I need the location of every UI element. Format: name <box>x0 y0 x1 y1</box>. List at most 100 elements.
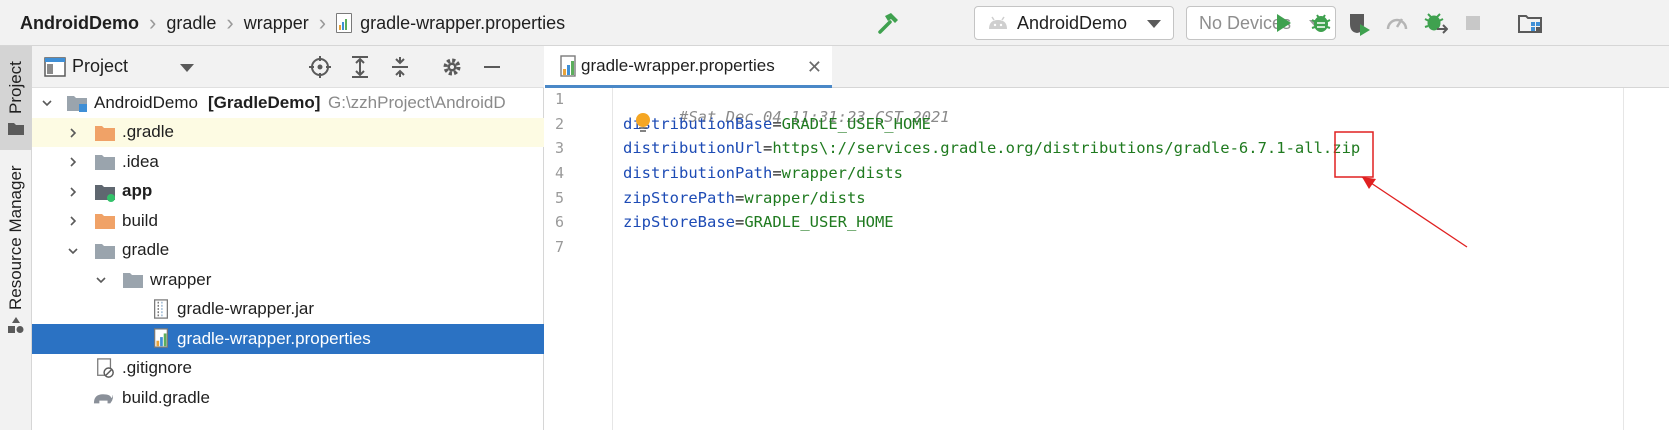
tree-row-build-gradle[interactable]: build.gradle <box>32 383 544 413</box>
resource-manager-tool-tab-label: Resource Manager <box>6 165 25 310</box>
tree-label: gradle <box>122 240 170 260</box>
tree-label: app <box>122 181 153 201</box>
project-panel-header: Project <box>32 46 544 88</box>
project-view-select[interactable]: Project <box>72 56 128 77</box>
gradle-file-icon <box>93 394 113 404</box>
line-number-gutter: 1 2 3 4 5 6 7 <box>545 88 613 430</box>
tree-row-gradle[interactable]: gradle <box>32 236 544 266</box>
code-line-3: distributionUrl=https\://services.gradle… <box>623 139 1360 157</box>
stop-icon[interactable] <box>1460 10 1486 36</box>
hammer-icon[interactable] <box>874 9 902 37</box>
breadcrumb-file-label: gradle-wrapper.properties <box>360 12 566 33</box>
code-line-5: zipStorePath=wrapper/dists <box>623 189 866 207</box>
chevron-down-icon[interactable] <box>96 275 106 285</box>
tree-label: build <box>122 210 158 230</box>
line-number: 4 <box>555 164 565 182</box>
tree-row-idea[interactable]: .idea <box>32 147 544 177</box>
tree-path: G:\zzhProject\AndroidD <box>328 92 506 112</box>
property-value: wrapper/dists <box>781 164 903 182</box>
attach-debugger-icon[interactable] <box>1422 10 1448 36</box>
breadcrumb-folder-wrapper[interactable]: wrapper <box>244 13 309 34</box>
tree-row-build[interactable]: build <box>32 206 544 236</box>
navigation-bar: AndroidDemo › gradle › wrapper › gradle-… <box>0 0 1669 46</box>
tree-label: build.gradle <box>122 387 210 407</box>
run-configuration-label: AndroidDemo <box>1017 12 1128 33</box>
breadcrumb-folder-gradle[interactable]: gradle <box>166 13 216 34</box>
locate-icon[interactable] <box>308 55 332 79</box>
breadcrumb-separator: › <box>226 10 234 35</box>
resource-manager-tool-tab[interactable]: Resource Manager <box>0 160 32 350</box>
expand-all-icon[interactable] <box>348 55 372 79</box>
breadcrumb: AndroidDemo › gradle › wrapper › gradle-… <box>20 0 565 46</box>
tree-module-name: [GradleDemo] <box>208 92 321 112</box>
properties-file-icon <box>336 13 353 33</box>
breadcrumb-separator: › <box>318 10 327 35</box>
collapse-all-icon[interactable] <box>388 55 412 79</box>
property-equals: = <box>772 115 782 133</box>
gear-icon[interactable] <box>440 55 464 79</box>
tree-label: .idea <box>122 151 159 171</box>
folder-orange-icon <box>95 125 115 141</box>
tool-window-stripe: Project Resource Manager <box>0 46 32 430</box>
tree-label: gradle-wrapper.properties <box>177 328 371 348</box>
tab-label: gradle-wrapper.properties <box>581 55 775 75</box>
property-equals: = <box>734 213 745 231</box>
run-configuration-select[interactable]: AndroidDemo <box>974 6 1174 40</box>
tree-label: wrapper <box>150 269 212 289</box>
line-number: 7 <box>555 238 565 256</box>
code-line-6: zipStoreBase=GRADLE_USER_HOME <box>623 213 894 231</box>
property-value: https\://services.gradle.org/distributio… <box>772 139 1361 157</box>
chevron-right-icon[interactable] <box>68 127 78 138</box>
tree-row-androiddemo[interactable]: AndroidDemo [GradleDemo] G:\zzhProject\A… <box>32 88 544 118</box>
project-tool-tab[interactable]: Project <box>0 46 32 150</box>
line-number: 5 <box>555 189 565 207</box>
code-line-2: distributionBase=GRADLE_USER_HOME <box>623 115 931 133</box>
properties-file-icon <box>560 54 576 77</box>
tree-row-gradle-wrapper-properties[interactable]: gradle-wrapper.properties <box>32 324 544 354</box>
breadcrumb-file[interactable]: gradle-wrapper.properties <box>336 13 565 34</box>
chevron-right-icon[interactable] <box>68 157 78 167</box>
tree-row-gitignore[interactable]: .gitignore <box>32 354 544 384</box>
line-number: 3 <box>555 139 565 157</box>
profile-icon[interactable] <box>1346 10 1372 36</box>
chevron-right-icon[interactable] <box>68 216 78 226</box>
chevron-down-icon[interactable] <box>180 64 194 72</box>
tree-row-gradle-wrapper-jar[interactable]: gradle-wrapper.jar <box>32 295 544 325</box>
chevron-down-icon[interactable] <box>42 98 52 108</box>
run-icon[interactable] <box>1270 10 1296 36</box>
tab-gradle-wrapper-properties[interactable]: gradle-wrapper.properties ✕ <box>545 46 832 88</box>
project-structure-icon[interactable] <box>1516 10 1544 36</box>
app-module-icon <box>95 184 115 202</box>
tree-row-gradle-hidden[interactable]: .gradle <box>32 117 544 147</box>
property-key: zipStorePath <box>623 189 735 207</box>
tree-row-wrapper[interactable]: wrapper <box>32 265 544 295</box>
close-icon[interactable]: ✕ <box>807 57 822 78</box>
lightbulb-icon[interactable] <box>634 112 652 134</box>
breadcrumb-separator: › <box>149 10 157 35</box>
folder-icon <box>95 243 115 259</box>
folder-icon <box>8 123 24 135</box>
property-key: distributionPath <box>623 164 773 182</box>
resource-manager-icon <box>8 317 24 333</box>
chevron-down-icon <box>1147 20 1161 28</box>
chevron-down-icon[interactable] <box>68 246 78 256</box>
property-value: GRADLE_USER_HOME <box>744 213 894 231</box>
line-number: 1 <box>555 90 565 108</box>
profiler-icon[interactable] <box>1384 10 1410 36</box>
property-key: distributionUrl <box>623 139 763 157</box>
property-equals: = <box>772 164 782 182</box>
folder-orange-icon <box>95 214 115 229</box>
properties-file-icon <box>154 328 168 348</box>
folder-icon <box>95 155 115 170</box>
chevron-right-icon[interactable] <box>68 186 78 197</box>
tree-label: AndroidDemo <box>94 92 198 112</box>
folder-icon <box>123 273 143 288</box>
jar-file-icon <box>154 298 168 319</box>
property-value: wrapper/dists <box>744 189 866 207</box>
tree-label: .gitignore <box>122 358 192 378</box>
hide-icon[interactable] <box>480 55 504 79</box>
module-folder-icon <box>67 96 87 112</box>
breadcrumb-project[interactable]: AndroidDemo <box>20 13 139 34</box>
debug-icon[interactable] <box>1308 10 1334 36</box>
tree-row-app[interactable]: app <box>32 177 544 207</box>
